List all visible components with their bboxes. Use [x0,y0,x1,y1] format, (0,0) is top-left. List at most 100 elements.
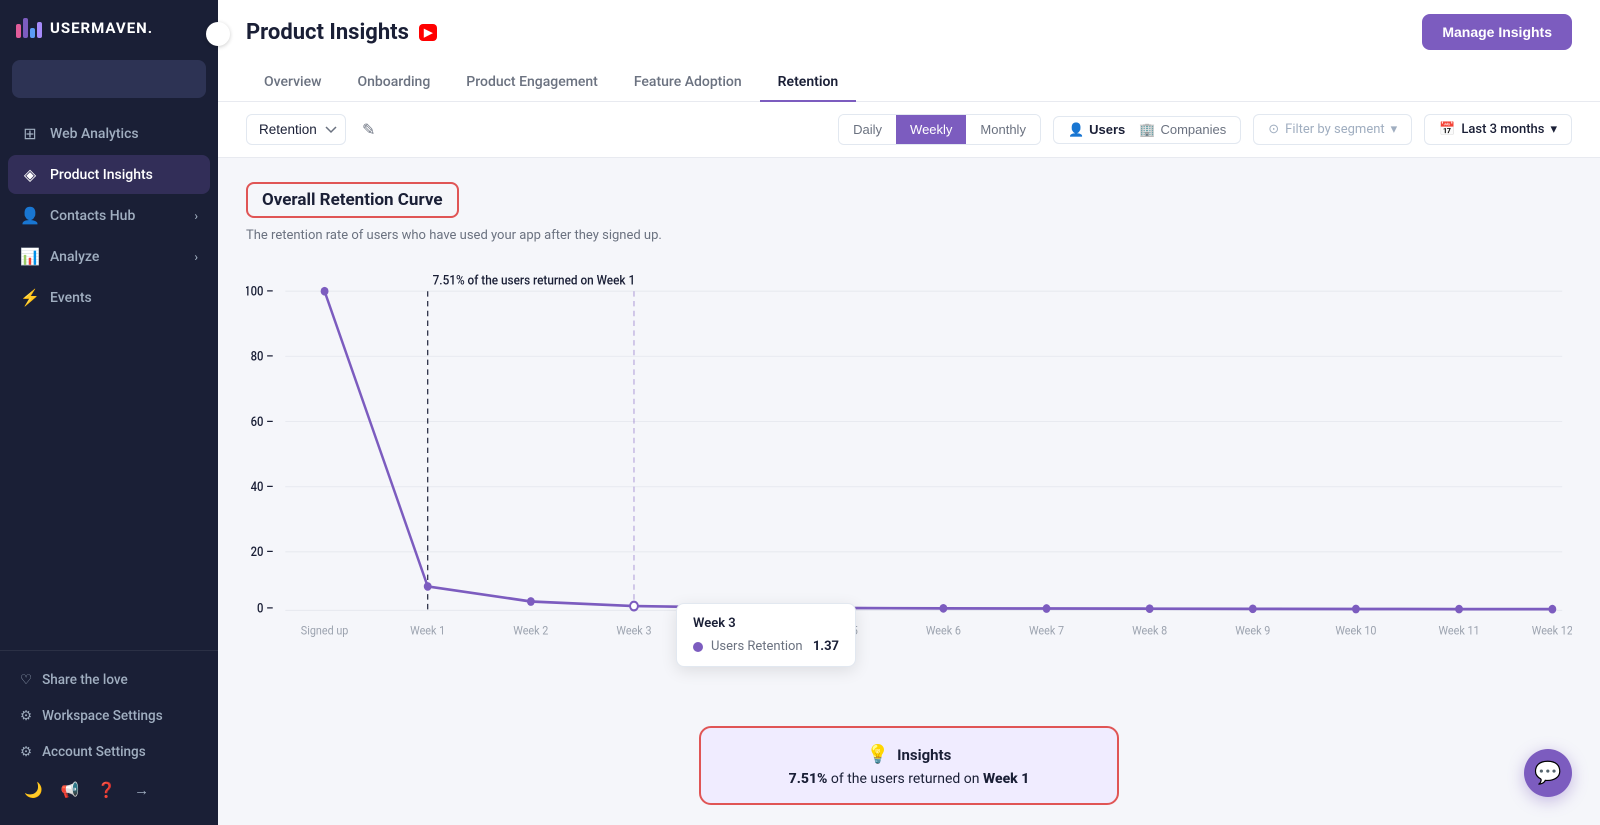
svg-text:7.51% of the users returned on: 7.51% of the users returned on Week 1 [433,273,636,289]
insights-box: 💡 Insights 7.51% of the users returned o… [699,726,1119,805]
megaphone-icon[interactable]: 📢 [61,781,80,799]
workspace-settings-icon: ⚙ [20,708,32,724]
logo-text: USERMAVEN. [50,19,153,37]
svg-text:Week 5: Week 5 [823,623,858,638]
svg-text:80 –: 80 – [251,349,274,364]
manage-insights-button[interactable]: Manage Insights [1422,14,1572,50]
edit-button[interactable]: ✎ [358,116,379,144]
svg-text:Signed up: Signed up [301,623,349,638]
logo-bar-2 [23,18,28,38]
header: Product Insights ▶ Manage Insights Overv… [218,0,1600,102]
period-weekly-button[interactable]: Weekly [896,115,966,144]
header-top: Product Insights ▶ Manage Insights [246,14,1572,50]
period-monthly-button[interactable]: Monthly [966,115,1040,144]
insights-title-row: 💡 Insights [867,744,952,765]
chat-icon: 💬 [1534,761,1561,786]
tab-retention[interactable]: Retention [760,64,857,102]
page-title: Product Insights [246,20,409,45]
sidebar-item-contacts-hub[interactable]: 👤 Contacts Hub › [8,196,210,235]
sidebar-bottom: ♡ Share the love ⚙ Workspace Settings ⚙ … [0,650,218,825]
moon-icon[interactable]: 🌙 [24,781,43,799]
date-range-button[interactable]: 📅 Last 3 months ▾ [1424,114,1572,145]
toolbar: Retention ✎ Daily Weekly Monthly 👤 Users… [218,102,1600,158]
sidebar-item-label: Analyze [50,249,99,265]
sidebar-item-analyze[interactable]: 📊 Analyze › [8,237,210,276]
logo-bar-1 [16,24,21,38]
users-icon: 👤 [1068,122,1084,138]
svg-text:Week 8: Week 8 [1132,623,1167,638]
tooltip-dot [693,642,703,652]
youtube-badge: ▶ [419,24,437,41]
logo-bar-3 [30,28,35,38]
sidebar-item-events[interactable]: ⚡ Events [8,278,210,317]
tab-overview[interactable]: Overview [246,64,339,102]
sidebar-item-product-insights[interactable]: ◈ Product Insights [8,155,210,194]
workspace-settings-item[interactable]: ⚙ Workspace Settings [8,699,210,733]
svg-text:Week 4: Week 4 [720,623,756,638]
svg-text:Week 10: Week 10 [1335,623,1376,638]
chart-svg: 100 – 80 – 60 – 40 – 20 – 0 – Signed up … [246,263,1572,643]
workspace-settings-label: Workspace Settings [42,708,163,724]
tab-onboarding[interactable]: Onboarding [339,64,448,102]
retention-chart: 100 – 80 – 60 – 40 – 20 – 0 – Signed up … [246,263,1572,643]
svg-text:Week 6: Week 6 [926,623,961,638]
svg-text:Week 9: Week 9 [1235,623,1270,638]
help-icon[interactable]: ❓ [97,781,116,799]
share-love-label: Share the love [42,672,128,688]
bulb-icon: 💡 [867,744,889,765]
events-icon: ⚡ [20,288,40,307]
chevron-right-icon-2: › [194,250,198,264]
sidebar-item-web-analytics[interactable]: ⊞ Web Analytics [8,114,210,153]
sidebar: USERMAVEN. ‹ ⊞ Web Analytics ◈ Product I… [0,0,218,825]
contacts-hub-icon: 👤 [20,206,40,225]
filter-icon: ⊙ [1268,122,1279,137]
period-daily-button[interactable]: Daily [839,115,896,144]
logout-icon[interactable]: → [134,781,149,799]
sidebar-collapse-button[interactable]: ‹ [206,22,230,46]
account-settings-item[interactable]: ⚙ Account Settings [8,735,210,769]
filter-label: Filter by segment [1285,122,1385,137]
logo-bar-4 [37,22,42,38]
account-settings-label: Account Settings [42,744,146,760]
sidebar-item-label: Web Analytics [50,126,139,142]
logo: USERMAVEN. [0,0,218,56]
heart-icon: ♡ [20,672,32,688]
svg-text:60 –: 60 – [251,414,274,429]
sidebar-item-label: Contacts Hub [50,208,135,224]
svg-text:Week 11: Week 11 [1438,623,1479,638]
date-range-label: Last 3 months [1461,122,1544,137]
svg-text:Week 7: Week 7 [1029,623,1064,638]
chevron-down-icon-2: ▾ [1550,122,1557,137]
filter-segment-button[interactable]: ⊙ Filter by segment ▾ [1253,114,1412,145]
chat-bubble-button[interactable]: 💬 [1524,749,1572,797]
retention-select[interactable]: Retention [246,114,346,145]
chevron-left-icon: ‹ [216,25,221,44]
users-button[interactable]: 👤 Users [1068,122,1125,138]
insights-week: Week 1 [983,771,1029,787]
insights-middle: of the users returned on [827,771,983,787]
sidebar-profile[interactable] [12,60,206,98]
chevron-right-icon: › [194,209,198,223]
insights-percentage: 7.51% [789,771,828,787]
companies-button[interactable]: 🏢 Companies [1139,122,1226,138]
svg-text:Week 3: Week 3 [616,623,651,638]
insights-title: Insights [897,746,951,764]
period-buttons: Daily Weekly Monthly [838,114,1041,145]
svg-text:Week 1: Week 1 [410,623,445,638]
insights-text: 7.51% of the users returned on Week 1 [789,771,1030,787]
chart-subtitle: The retention rate of users who have use… [246,228,1572,243]
svg-text:Week 2: Week 2 [513,623,548,638]
chart-area: Overall Retention Curve The retention ra… [218,158,1600,710]
product-insights-icon: ◈ [20,165,40,184]
analyze-icon: 📊 [20,247,40,266]
account-settings-icon: ⚙ [20,744,32,760]
header-title-row: Product Insights ▶ [246,20,437,45]
svg-text:Week 12: Week 12 [1532,623,1572,638]
chart-title: Overall Retention Curve [262,190,443,210]
users-label: Users [1089,122,1125,137]
share-love-item[interactable]: ♡ Share the love [8,663,210,697]
tab-feature-adoption[interactable]: Feature Adoption [616,64,760,102]
svg-text:0 –: 0 – [257,601,273,616]
tab-product-engagement[interactable]: Product Engagement [448,64,616,102]
web-analytics-icon: ⊞ [20,124,40,143]
